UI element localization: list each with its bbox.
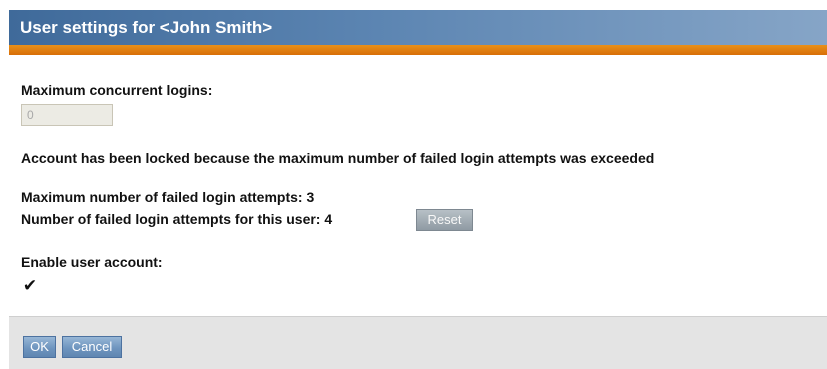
dialog-footer: OK Cancel [9,316,827,369]
ok-button[interactable]: OK [23,336,56,358]
max-concurrent-logins-label: Maximum concurrent logins: [21,82,213,98]
reset-button[interactable]: Reset [416,209,473,231]
title-bar: User settings for <John Smith> [9,10,827,45]
settings-body: Maximum concurrent logins: Account has b… [9,55,827,316]
dialog-title: User settings for <John Smith> [20,18,273,37]
enable-account-checkbox[interactable]: ✔ [21,277,39,295]
enable-account-label: Enable user account: [21,254,163,270]
accent-bar [9,45,827,55]
checkmark-icon: ✔ [22,276,38,295]
user-settings-dialog: User settings for <John Smith> Maximum c… [0,0,827,369]
account-locked-message: Account has been locked because the maxi… [21,150,655,166]
max-concurrent-logins-input[interactable] [21,104,113,126]
cancel-button[interactable]: Cancel [62,336,122,358]
failed-attempts-count-label: Number of failed login attempts for this… [21,211,333,227]
max-failed-attempts-label: Maximum number of failed login attempts:… [21,189,315,205]
